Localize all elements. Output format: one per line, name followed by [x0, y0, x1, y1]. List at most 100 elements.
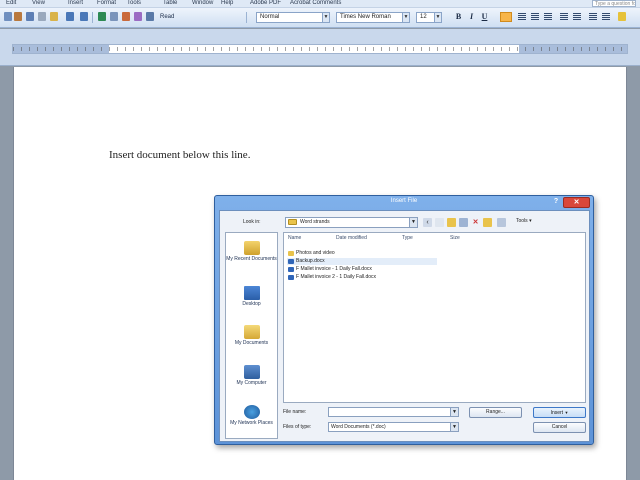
font-combo[interactable]: Times New Roman ▼ — [336, 12, 410, 23]
word-document-icon — [288, 275, 294, 280]
decrease-indent-icon[interactable] — [589, 13, 597, 21]
columns-icon[interactable] — [122, 12, 130, 21]
menu-acrobat-comments[interactable]: Acrobat Comments — [290, 0, 341, 7]
menu-edit[interactable]: Edit — [6, 0, 16, 7]
justify-icon[interactable] — [544, 13, 552, 21]
drawing-icon[interactable] — [134, 12, 142, 21]
delete-icon[interactable]: ✕ — [471, 218, 480, 227]
file-row[interactable]: Backup.docx — [287, 258, 437, 265]
menu-insert[interactable]: Insert — [68, 0, 83, 7]
chevron-down-icon[interactable]: ▼ — [564, 410, 568, 415]
spelling-icon[interactable] — [14, 12, 22, 21]
back-icon[interactable]: ‹ — [423, 218, 432, 227]
tools-menu-button[interactable]: Tools ▾ — [516, 218, 532, 224]
insert-button[interactable]: Insert ▼ — [533, 407, 586, 418]
new-folder-icon[interactable] — [447, 218, 456, 227]
place-my-recent-documents[interactable]: My Recent Documents — [226, 241, 277, 262]
cancel-button[interactable]: Cancel — [533, 422, 586, 433]
increase-indent-icon[interactable] — [602, 13, 610, 21]
look-in-combo[interactable]: Word strands ▼ — [285, 217, 418, 228]
chevron-down-icon[interactable]: ▼ — [450, 423, 458, 431]
place-label: My Network Places — [230, 420, 273, 426]
column-header-size[interactable]: Size — [450, 235, 460, 241]
formatting-toolbar: Read Normal ▼ Times New Roman ▼ 12 ▼ B I U — [0, 8, 640, 28]
cut-icon[interactable] — [38, 12, 46, 21]
menu-format[interactable]: Format — [97, 0, 116, 7]
align-center-icon[interactable] — [518, 13, 526, 21]
dialog-title: Insert File — [390, 198, 418, 204]
dialog-help-button[interactable]: ? — [551, 197, 561, 206]
menu-adobe-pdf[interactable]: Adobe PDF — [250, 0, 281, 7]
menu-view[interactable]: View — [32, 0, 45, 7]
column-header-name[interactable]: Name — [288, 235, 301, 241]
file-row[interactable]: F Mallet invoice 2 - 1 Daily Fall.docx — [287, 274, 437, 281]
highlight-icon[interactable] — [618, 12, 626, 21]
style-value: Normal — [260, 14, 280, 20]
file-row[interactable]: F Mallet invoice - 1 Daily Fall.docx — [287, 266, 437, 273]
undo-arrow-icon[interactable] — [66, 12, 74, 21]
place-my-network-places[interactable]: My Network Places — [226, 405, 277, 426]
research-icon[interactable] — [26, 12, 34, 21]
column-header-type[interactable]: Type — [402, 235, 413, 241]
place-label: My Documents — [234, 340, 269, 346]
toolbar-separator — [246, 12, 247, 23]
bold-button[interactable]: B — [454, 12, 463, 22]
underline-button[interactable]: U — [480, 12, 489, 22]
font-size-value: 12 — [420, 14, 427, 20]
chevron-down-icon[interactable]: ▼ — [450, 408, 458, 416]
create-folder-icon[interactable] — [483, 218, 492, 227]
menu-tools[interactable]: Tools — [127, 0, 141, 7]
paste-icon[interactable] — [50, 12, 58, 21]
place-label: My Recent Documents — [226, 256, 277, 262]
file-row[interactable]: Photos and video — [287, 250, 437, 257]
file-name-label: File name: — [283, 409, 307, 415]
menu-help[interactable]: Help — [221, 0, 233, 7]
place-my-computer[interactable]: My Computer — [226, 365, 277, 386]
file-name-input[interactable]: ▼ — [328, 407, 459, 417]
file-list[interactable]: Name Date modified Type Size Photos and … — [283, 232, 586, 403]
zoom-icon[interactable] — [146, 12, 154, 21]
look-in-label: Look in: — [243, 219, 261, 225]
horizontal-ruler[interactable] — [12, 44, 628, 54]
dialog-close-button[interactable]: ✕ — [563, 197, 590, 208]
menu-table[interactable]: Table — [163, 0, 177, 7]
align-left-button[interactable] — [500, 12, 512, 22]
word-document-icon — [288, 267, 294, 272]
range-button[interactable]: Range... — [469, 407, 522, 418]
place-desktop[interactable]: Desktop — [226, 286, 277, 307]
table-icon[interactable] — [110, 12, 118, 21]
document-text[interactable]: Insert document below this line. — [109, 149, 250, 161]
undo-icon[interactable] — [4, 12, 12, 21]
column-header-date-modified[interactable]: Date modified — [336, 235, 367, 241]
folder-icon — [288, 219, 297, 225]
numbering-icon[interactable] — [560, 13, 568, 21]
my-computer-icon — [243, 365, 260, 379]
search-web-icon[interactable] — [459, 218, 468, 227]
read-button[interactable]: Read — [160, 14, 174, 20]
style-combo[interactable]: Normal ▼ — [256, 12, 330, 23]
file-name: F Mallet invoice - 1 Daily Fall.docx — [296, 266, 372, 272]
files-of-type-select[interactable]: Word Documents (*.doc) ▼ — [328, 422, 459, 432]
chevron-down-icon[interactable]: ▼ — [322, 13, 329, 22]
place-label: Desktop — [242, 301, 261, 307]
file-name: Photos and video — [296, 250, 335, 256]
chevron-down-icon[interactable]: ▼ — [409, 218, 417, 227]
bullets-icon[interactable] — [573, 13, 581, 21]
desktop-icon — [243, 286, 260, 300]
up-folder-icon[interactable] — [435, 218, 444, 227]
redo-arrow-icon[interactable] — [80, 12, 88, 21]
italic-button[interactable]: I — [467, 12, 476, 22]
toolbar-separator — [92, 12, 93, 23]
align-right-icon[interactable] — [531, 13, 539, 21]
hyperlink-icon[interactable] — [98, 12, 106, 21]
word-document-icon — [288, 259, 294, 264]
font-size-combo[interactable]: 12 ▼ — [416, 12, 442, 23]
views-icon[interactable] — [497, 218, 506, 227]
help-search-input[interactable]: Type a question for help — [592, 0, 636, 7]
chevron-down-icon[interactable]: ▼ — [434, 13, 441, 22]
file-name: F Mallet invoice 2 - 1 Daily Fall.docx — [296, 274, 377, 280]
place-my-documents[interactable]: My Documents — [226, 325, 277, 346]
place-label: My Computer — [236, 380, 267, 386]
menu-window[interactable]: Window — [192, 0, 213, 7]
chevron-down-icon[interactable]: ▼ — [402, 13, 409, 22]
